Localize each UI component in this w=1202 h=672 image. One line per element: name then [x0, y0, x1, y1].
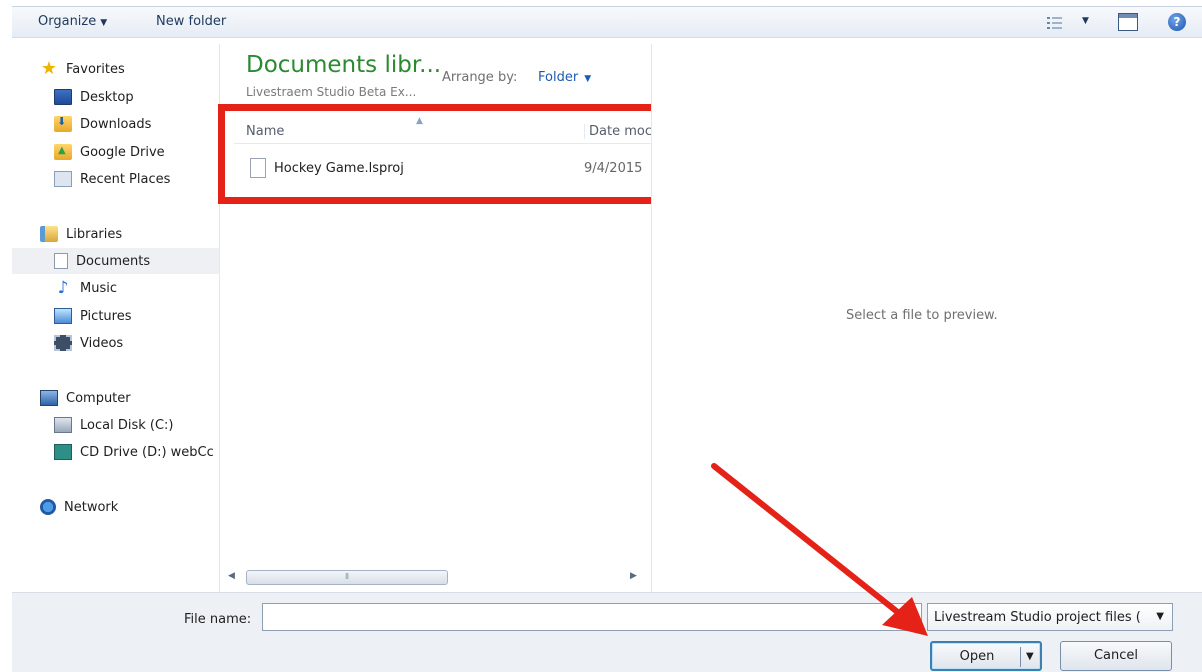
arrange-by-dropdown[interactable]: Folder ▼ — [538, 70, 591, 85]
favorites-star-icon: ★ — [40, 58, 58, 79]
arrange-by-value: Folder — [538, 70, 579, 85]
nav-computer-label: Computer — [66, 390, 131, 406]
file-type-value: Livestream Studio project files ( — [934, 610, 1141, 625]
cd-drive-icon — [54, 444, 72, 460]
nav-item-label: Recent Places — [80, 171, 171, 187]
library-subtitle: Livestraem Studio Beta Ex... — [246, 85, 417, 99]
music-icon: ♪ — [57, 278, 69, 298]
nav-item-desktop[interactable]: Desktop — [12, 84, 219, 110]
nav-item-recent-places[interactable]: Recent Places — [12, 166, 219, 192]
cancel-button[interactable]: Cancel — [1060, 641, 1172, 671]
nav-item-label: Google Drive — [80, 144, 165, 160]
split-divider — [1020, 647, 1021, 667]
navigation-pane: ★ Favorites Desktop Downloads Google Dri… — [12, 44, 220, 592]
new-folder-button[interactable]: New folder — [156, 14, 226, 29]
downloads-folder-icon — [54, 115, 72, 132]
computer-icon — [40, 390, 58, 406]
videos-icon — [54, 335, 72, 351]
arrange-by-label: Arrange by: — [442, 70, 518, 85]
file-name-input[interactable] — [262, 603, 922, 631]
nav-item-documents[interactable]: Documents — [12, 248, 219, 274]
organize-label: Organize — [38, 14, 97, 29]
dialog-footer: File name: Livestream Studio project fil… — [12, 592, 1202, 672]
nav-item-cd-drive[interactable]: CD Drive (D:) webCc — [12, 439, 219, 465]
nav-item-videos[interactable]: Videos — [12, 330, 219, 356]
nav-item-local-disk[interactable]: Local Disk (C:) — [12, 412, 219, 438]
preview-pane: Select a file to preview. — [651, 44, 1202, 592]
view-options-icon — [1047, 17, 1062, 29]
file-name: Hockey Game.lsproj — [274, 161, 404, 176]
scroll-right-icon[interactable]: ▶ — [630, 571, 637, 581]
change-view-button[interactable] — [1046, 15, 1064, 31]
preview-message: Select a file to preview. — [846, 308, 998, 323]
nav-item-label: Videos — [80, 335, 124, 351]
chevron-down-icon: ▼ — [1156, 611, 1164, 622]
chevron-down-icon: ▼ — [584, 74, 592, 84]
pictures-icon — [54, 308, 72, 324]
open-button-label: Open — [959, 649, 995, 664]
libraries-icon — [40, 226, 58, 242]
library-title: Documents libr... — [246, 52, 442, 78]
nav-favorites-label: Favorites — [66, 61, 125, 77]
nav-item-label: Downloads — [80, 116, 152, 132]
file-name-label: File name: — [184, 612, 252, 627]
open-options-chevron-icon[interactable]: ▼ — [1026, 643, 1034, 671]
help-icon[interactable]: ? — [1168, 13, 1186, 31]
horizontal-scrollbar[interactable]: ◀ ⦀ ▶ — [228, 569, 638, 587]
nav-item-label: CD Drive (D:) webCc — [80, 444, 214, 460]
local-disk-icon — [54, 417, 72, 433]
nav-item-google-drive[interactable]: Google Drive — [12, 139, 219, 165]
google-drive-folder-icon — [54, 144, 72, 160]
column-header-row: ▲ Name Date moc — [234, 116, 654, 144]
file-date: 9/4/2015 — [584, 161, 643, 176]
view-menu-chevron-icon[interactable]: ▼ — [1082, 16, 1089, 26]
toolbar: Organize ▼ New folder ▼ ? — [12, 6, 1202, 38]
nav-item-label: Pictures — [80, 308, 132, 324]
column-header-date-modified[interactable]: Date moc — [584, 124, 654, 139]
scroll-left-icon[interactable]: ◀ — [228, 571, 235, 581]
network-icon — [40, 499, 56, 515]
nav-computer[interactable]: Computer — [12, 385, 219, 411]
nav-libraries[interactable]: Libraries — [12, 221, 219, 247]
nav-favorites[interactable]: ★ Favorites — [12, 56, 219, 82]
nav-libraries-label: Libraries — [66, 226, 123, 242]
nav-network-label: Network — [64, 499, 119, 515]
nav-item-music[interactable]: ♪ Music — [12, 275, 219, 301]
file-icon — [250, 158, 266, 178]
nav-item-pictures[interactable]: Pictures — [12, 303, 219, 329]
nav-network[interactable]: Network — [12, 494, 219, 520]
file-row[interactable]: Hockey Game.lsproj 9/4/2015 — [234, 156, 654, 182]
nav-item-label: Documents — [76, 253, 151, 269]
nav-item-label: Music — [80, 280, 117, 296]
column-header-name[interactable]: Name — [246, 124, 284, 139]
chevron-down-icon: ▼ — [100, 18, 108, 28]
preview-pane-toggle-icon[interactable] — [1118, 13, 1138, 31]
documents-icon — [54, 253, 68, 269]
scrollbar-thumb[interactable]: ⦀ — [246, 570, 448, 585]
file-list-pane: Documents libr... Livestraem Studio Beta… — [218, 44, 666, 592]
desktop-icon — [54, 89, 72, 105]
file-type-dropdown[interactable]: Livestream Studio project files ( ▼ — [927, 603, 1173, 631]
sort-ascending-icon: ▲ — [416, 116, 423, 126]
nav-item-label: Local Disk (C:) — [80, 417, 174, 433]
organize-button[interactable]: Organize ▼ — [38, 14, 107, 29]
open-button[interactable]: Open ▼ — [930, 641, 1042, 671]
nav-item-downloads[interactable]: Downloads — [12, 111, 219, 137]
nav-item-label: Desktop — [80, 89, 134, 105]
recent-places-icon — [54, 171, 72, 187]
